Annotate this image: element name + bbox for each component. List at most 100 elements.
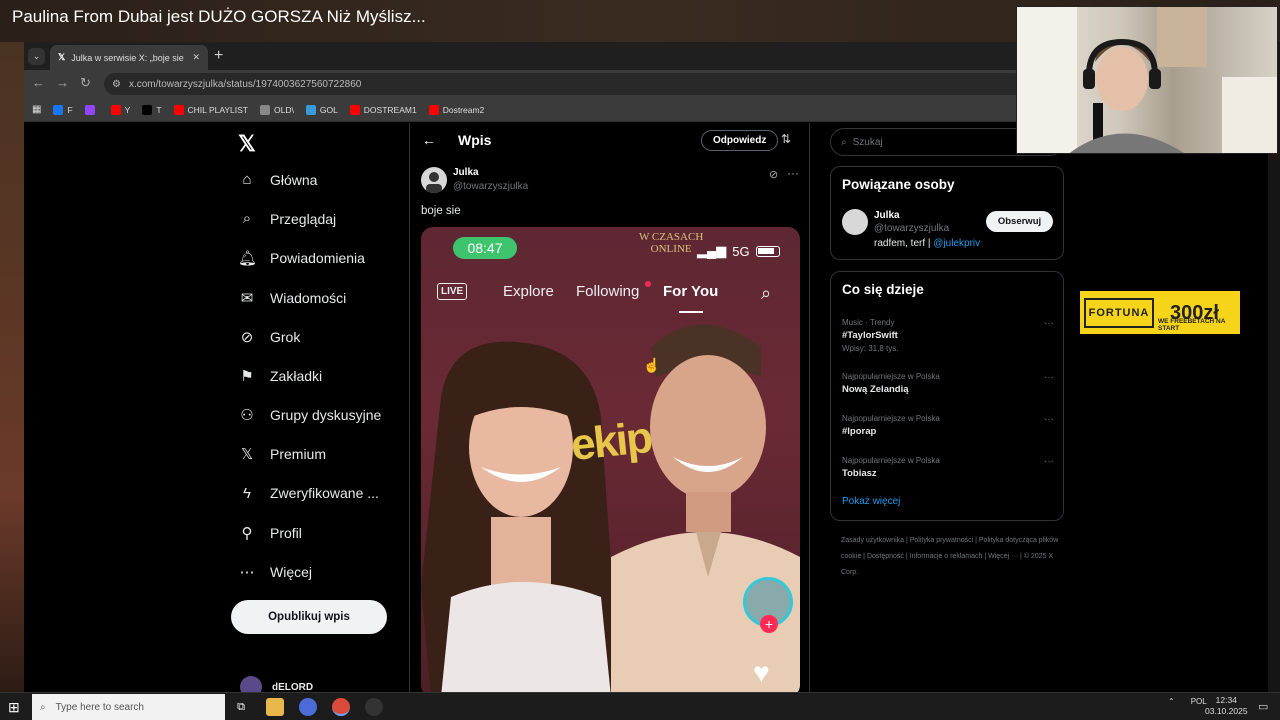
bookmark-item[interactable]	[84, 104, 99, 115]
follow-button[interactable]: Obserwuj	[986, 211, 1053, 232]
search-icon: ⌕	[841, 136, 847, 148]
site-info-icon[interactable]: ⚙	[112, 79, 121, 90]
tab-search-button[interactable]: ⌄	[28, 48, 45, 65]
grok-icon[interactable]: ⊘	[769, 168, 778, 181]
nav-item-x[interactable]: 𝕏 Premium	[238, 445, 326, 463]
author-avatar[interactable]	[421, 167, 447, 193]
x-icon: 𝕏	[240, 446, 254, 464]
nav-item-grok[interactable]: ⊘ Grok	[238, 328, 301, 346]
woman-figure-image	[421, 341, 616, 692]
tab-for-you: For You	[663, 283, 719, 300]
search-icon: ⌕	[40, 701, 46, 713]
nav-item-bookmark[interactable]: ⚑ Zakładki	[238, 367, 322, 385]
more-options-icon[interactable]: ···	[1044, 414, 1054, 425]
taskbar-search-input[interactable]: ⌕ Type here to search	[32, 694, 225, 720]
nav-item-more-circle[interactable]: ⋯ Więcej	[238, 563, 313, 581]
chrome-profile-icon[interactable]	[299, 698, 317, 716]
taskbar-clock[interactable]: 12:34 03.10.2025	[1205, 695, 1248, 717]
reply-button[interactable]: Odpowiedz	[701, 130, 779, 151]
show-more-link[interactable]: Pokaż więcej	[842, 496, 900, 507]
embedded-video[interactable]: ekip W CZASACH ONLINE 08:47 ▂▄▆ 5G LIVE …	[421, 227, 800, 692]
nav-item-bell[interactable]: 🔔︎ Powiadomienia	[238, 249, 365, 267]
back-icon[interactable]: ←	[32, 75, 45, 90]
task-view-icon[interactable]: ⧉	[232, 698, 250, 716]
address-bar[interactable]: ⚙ x.com/towarzyszjulka/status/1974003627…	[104, 73, 1024, 95]
video-title: Paulina From Dubai jest DUŻO GORSZA Niż …	[12, 7, 426, 26]
account-switcher[interactable]: dELORD	[240, 676, 313, 692]
bookmark-item[interactable]: GOL	[305, 104, 338, 115]
nav-item-label: Grupy dyskusyjne	[270, 407, 382, 424]
tray-chevron-icon[interactable]: ⌃	[1168, 697, 1175, 706]
trend-item[interactable]: Najpopularniejsze w Polska #lporap ···	[842, 414, 1054, 437]
more-options-icon[interactable]: ···	[787, 166, 799, 180]
video-overlay-text: W CZASACH ONLINE	[639, 231, 704, 255]
nav-item-home[interactable]: ⌂ Główna	[238, 171, 317, 188]
bookmark-item[interactable]: CHIL PLAYLIST	[173, 104, 248, 115]
related-name[interactable]: Julka	[874, 210, 900, 221]
author-handle[interactable]: @towarzyszjulka	[453, 181, 528, 192]
close-tab-icon[interactable]: ✕	[192, 52, 200, 63]
trend-name: Nową Zelandią	[842, 384, 909, 395]
trend-item[interactable]: Najpopularniejsze w Polska Tobiasz ···	[842, 456, 1054, 479]
footer-link[interactable]: Dostępność	[867, 553, 904, 560]
communities-icon: ⚇	[240, 407, 254, 425]
bio-link[interactable]: @julekpriv	[933, 238, 980, 249]
author-name[interactable]: Julka	[453, 167, 479, 178]
windows-start-icon[interactable]: ⊞	[8, 699, 20, 716]
phone-status: ▂▄▆ 5G	[697, 243, 780, 259]
related-handle[interactable]: @towarzyszjulka	[874, 223, 949, 234]
search-icon: ⌕	[242, 210, 252, 228]
avatar[interactable]	[842, 209, 868, 235]
reload-icon[interactable]: ↻	[80, 75, 91, 91]
related-title: Powiązane osoby	[842, 177, 955, 192]
obs-icon[interactable]	[365, 698, 383, 716]
avatar	[240, 676, 262, 692]
forward-icon[interactable]: →	[56, 75, 69, 90]
footer-link[interactable]: Informacje o reklamach	[910, 553, 983, 560]
back-arrow-icon[interactable]: ←	[422, 132, 436, 148]
gol-icon	[305, 104, 316, 115]
nav-item-person[interactable]: ⚲ Profil	[238, 524, 302, 542]
file-explorer-icon[interactable]	[266, 698, 284, 716]
bookmark-item[interactable]: F	[53, 104, 73, 115]
trend-item[interactable]: Najpopularniejsze w Polska Nową Zelandią ·…	[842, 372, 1054, 395]
notification-icon[interactable]: ▭	[1258, 700, 1268, 713]
more-options-icon[interactable]: ···	[1044, 456, 1054, 467]
bookmark-label: F	[67, 104, 73, 115]
bookmark-label: OLD\	[274, 104, 294, 115]
trend-category: Music · Trendy	[842, 318, 895, 327]
fortuna-ad[interactable]: FORTUNA 300zł WE FREEBETACH NA START	[1080, 291, 1240, 334]
footer-link[interactable]: Więcej ···	[988, 553, 1018, 560]
ad-subtitle: WE FREEBETACH NA START	[1158, 318, 1226, 332]
more-options-icon[interactable]: ···	[1044, 372, 1054, 383]
trend-item[interactable]: Music · Trendy #TaylorSwift Wpisy: 31,8 ty…	[842, 318, 1054, 353]
youtube-icon	[173, 104, 184, 115]
notification-dot	[645, 281, 651, 287]
nav-item-lightning[interactable]: ϟ Zweryfikowane ...	[238, 485, 379, 502]
filter-sliders-icon[interactable]: ⇅	[781, 132, 791, 146]
nav-item-mail[interactable]: ✉ Wiadomości	[238, 289, 347, 307]
bookmark-item[interactable]: DOSTREAM1	[349, 104, 417, 115]
windows-taskbar: ⊞ ⌕ Type here to search ⧉ ⌃ POL 12:34 03…	[0, 692, 1280, 720]
trend-category: Najpopularniejsze w Polska	[842, 414, 940, 423]
footer-link[interactable]: Zasady użytkownika	[841, 537, 904, 544]
bookmark-item[interactable]: Y	[110, 104, 131, 115]
browser-tab[interactable]: 𝕏 Julka w serwisie X: „boje sie htt ✕	[50, 45, 208, 70]
tab-following: Following	[576, 283, 640, 300]
tab-explore: Explore	[503, 283, 554, 300]
new-tab-button[interactable]: +	[214, 47, 223, 65]
bookmark-item[interactable]: OLD\	[260, 104, 294, 115]
footer-link[interactable]: Polityka prywatności	[910, 537, 973, 544]
nav-item-communities[interactable]: ⚇ Grupy dyskusyjne	[238, 406, 381, 424]
chrome-icon[interactable]	[332, 698, 350, 716]
bookmark-item[interactable]: Dostream2	[428, 104, 484, 115]
apps-icon[interactable]: ▦	[32, 104, 41, 115]
more-circle-icon: ⋯	[239, 564, 255, 581]
more-options-icon[interactable]: ···	[1044, 318, 1054, 329]
bookmark-label: Y	[124, 104, 131, 115]
nav-item-search[interactable]: ⌕ Przeglądaj	[238, 210, 336, 227]
post-button[interactable]: Opublikuj wpis	[231, 600, 387, 634]
nav-item-label: Więcej	[270, 564, 313, 580]
bookmark-item[interactable]: T	[142, 104, 162, 115]
x-logo-icon[interactable]: 𝕏	[238, 131, 256, 157]
